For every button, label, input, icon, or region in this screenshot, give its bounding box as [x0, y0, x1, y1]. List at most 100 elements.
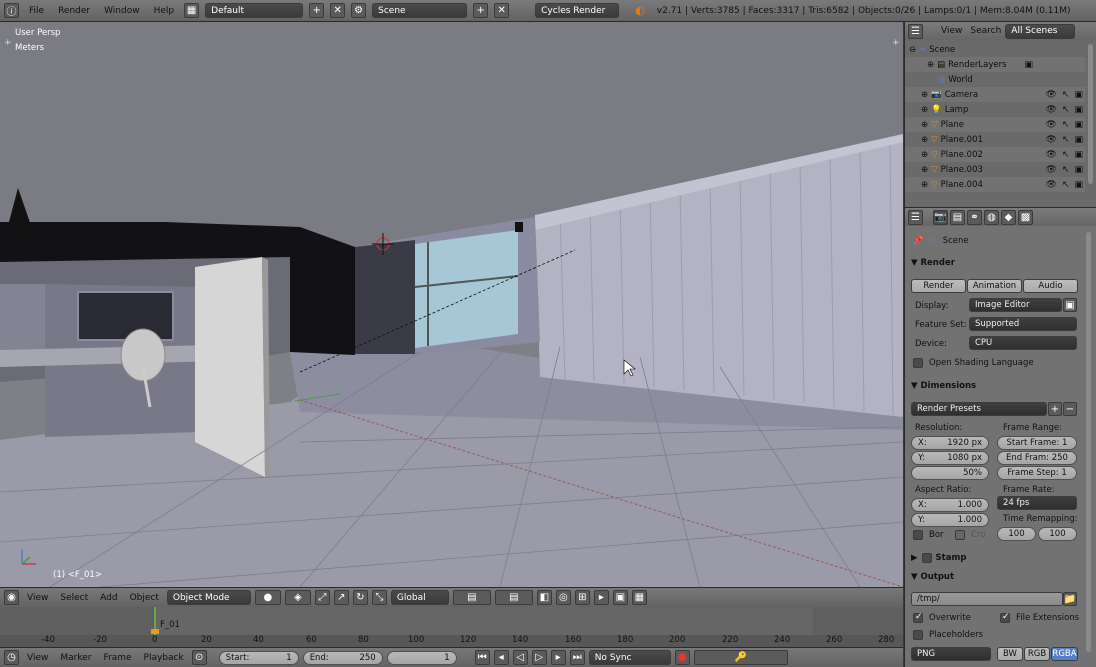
- layout-selector[interactable]: Default: [205, 3, 304, 18]
- timeline-area[interactable]: F_01 -40 -20 0 20 40 60 80 100 120 140 1…: [0, 607, 903, 647]
- menu-select[interactable]: Select: [56, 593, 92, 603]
- add-preset-button[interactable]: +: [1048, 402, 1062, 416]
- render-presets-dropdown[interactable]: Render Presets: [911, 402, 1047, 416]
- menu-add[interactable]: Add: [96, 593, 121, 603]
- menu-timeline-view[interactable]: View: [23, 653, 52, 663]
- remove-layout-button[interactable]: ✕: [330, 3, 346, 18]
- current-frame-field[interactable]: 1: [386, 650, 457, 665]
- tab-world-icon[interactable]: ◍: [984, 209, 999, 225]
- feature-set-dropdown[interactable]: Supported: [969, 317, 1077, 331]
- border-checkbox-row[interactable]: Bor: [913, 530, 944, 540]
- menu-file[interactable]: File: [25, 6, 48, 16]
- sync-mode-selector[interactable]: No Sync: [588, 650, 671, 665]
- menu-frame[interactable]: Frame: [99, 653, 135, 663]
- record-icon[interactable]: ●: [674, 650, 690, 665]
- properties-scrollbar[interactable]: [1086, 232, 1091, 652]
- render-anim-icon[interactable]: ▦: [631, 590, 647, 605]
- render-engine-selector[interactable]: Cycles Render: [535, 3, 620, 18]
- jump-keyframe-forward-icon[interactable]: ▸: [550, 650, 566, 665]
- menu-marker[interactable]: Marker: [56, 653, 95, 663]
- outliner-display-mode[interactable]: All Scenes: [1005, 23, 1076, 39]
- render-button[interactable]: Render: [911, 279, 966, 293]
- stamp-panel-header[interactable]: ▶ Stamp: [911, 553, 966, 563]
- aspect-y-field[interactable]: Y: 1.000: [911, 513, 989, 527]
- jump-keyframe-back-icon[interactable]: ◂: [493, 650, 509, 665]
- play-reverse-icon[interactable]: ◁: [512, 650, 528, 665]
- tree-item-plane-004[interactable]: ⊕ ▽ Plane.004 👁 ↖ ▣: [905, 177, 1085, 192]
- tree-item-plane-003[interactable]: ⊕ ▽ Plane.003 👁 ↖ ▣: [905, 162, 1085, 177]
- tree-item-world[interactable]: ◍ World: [905, 72, 1085, 87]
- color-rgba-button[interactable]: RGBA: [1051, 647, 1078, 661]
- editor-type-timeline-icon[interactable]: ◷: [4, 650, 19, 665]
- layers-2-icon[interactable]: ▤: [494, 590, 533, 605]
- properties-toggle-icon[interactable]: +: [892, 38, 900, 48]
- proportional-edit-icon[interactable]: ◎: [555, 590, 571, 605]
- remove-scene-button[interactable]: ✕: [494, 3, 510, 18]
- color-rgb-button[interactable]: RGB: [1024, 647, 1050, 661]
- end-frame-field[interactable]: End: 250: [302, 650, 383, 665]
- lock-layer-icon[interactable]: ◧: [536, 590, 552, 605]
- remap-old-field[interactable]: 100: [997, 527, 1036, 541]
- scene-selector[interactable]: Scene: [372, 3, 468, 18]
- remove-preset-button[interactable]: −: [1063, 402, 1077, 416]
- jump-start-icon[interactable]: ⏮: [474, 650, 490, 665]
- orientation-selector[interactable]: Global: [390, 590, 449, 605]
- resolution-x-field[interactable]: X: 1920 px: [911, 436, 989, 450]
- translate-icon[interactable]: ↗: [333, 590, 349, 605]
- animation-button[interactable]: Animation: [967, 279, 1022, 293]
- menu-render[interactable]: Render: [54, 6, 94, 16]
- play-icon[interactable]: ▷: [531, 650, 547, 665]
- frame-rate-dropdown[interactable]: 24 fps: [997, 496, 1077, 510]
- start-frame-range-field[interactable]: Start Frame: 1: [997, 436, 1077, 450]
- tree-item-plane-002[interactable]: ⊕ ▽ Plane.002 👁 ↖ ▣: [905, 147, 1085, 162]
- screen-layout-icon[interactable]: ▦: [184, 3, 200, 18]
- file-extensions-checkbox-row[interactable]: File Extensions: [1000, 613, 1079, 623]
- add-layout-button[interactable]: +: [309, 3, 325, 18]
- mode-selector[interactable]: Object Mode: [166, 590, 251, 605]
- outliner-scrollbar[interactable]: [1088, 44, 1093, 184]
- osl-checkbox-row[interactable]: Open Shading Language: [913, 358, 1034, 368]
- layers-icon[interactable]: ▤: [452, 590, 491, 605]
- resolution-y-field[interactable]: Y: 1080 px: [911, 451, 989, 465]
- tree-item-camera[interactable]: ⊕ 📷 Camera 👁 ↖ ▣: [905, 87, 1085, 102]
- crop-checkbox-row[interactable]: Cro: [955, 530, 985, 540]
- menu-object[interactable]: Object: [126, 593, 163, 603]
- jump-end-icon[interactable]: ⏭: [569, 650, 585, 665]
- file-format-dropdown[interactable]: PNG: [911, 647, 991, 661]
- editor-type-icon[interactable]: ⓘ: [4, 3, 19, 18]
- placeholders-checkbox-row[interactable]: Placeholders: [913, 630, 983, 640]
- render-opengl-icon[interactable]: ▣: [612, 590, 628, 605]
- editor-type-3d-icon[interactable]: ◉: [4, 590, 19, 605]
- snap-icon[interactable]: ⊞: [574, 590, 590, 605]
- tab-layers-icon[interactable]: ▤: [950, 209, 965, 225]
- outliner-search-menu[interactable]: Search: [966, 26, 1005, 36]
- end-frame-range-field[interactable]: End Fram: 250: [997, 451, 1077, 465]
- preview-range-icon[interactable]: ⊙: [191, 650, 207, 665]
- 3d-viewport[interactable]: User Persp Meters (1) <F_01> + +: [0, 22, 903, 587]
- tab-object-icon[interactable]: ◆: [1001, 209, 1016, 225]
- display-window-icon[interactable]: ▣: [1063, 298, 1077, 312]
- tree-item-plane-001[interactable]: ⊕ ▽ Plane.001 👁 ↖ ▣: [905, 132, 1085, 147]
- tree-item-scene[interactable]: ⊖ ⚭ Scene: [905, 42, 1085, 57]
- tree-item-lamp[interactable]: ⊕ 💡 Lamp 👁 ↖ ▣: [905, 102, 1085, 117]
- manipulator-toggle-icon[interactable]: ⤢: [314, 590, 330, 605]
- menu-view[interactable]: View: [23, 593, 52, 603]
- display-dropdown[interactable]: Image Editor: [969, 298, 1062, 312]
- outliner-editor-icon[interactable]: ☰: [908, 23, 923, 39]
- pivot-point-icon[interactable]: ◈: [284, 590, 311, 605]
- outliner-view-menu[interactable]: View: [937, 26, 966, 36]
- resolution-percentage-field[interactable]: 50%: [911, 466, 989, 480]
- overwrite-checkbox-row[interactable]: Overwrite: [913, 613, 971, 623]
- start-frame-field[interactable]: Start: 1: [218, 650, 299, 665]
- color-bw-button[interactable]: BW: [997, 647, 1023, 661]
- tab-scene-icon[interactable]: ⚭: [967, 209, 982, 225]
- tree-item-renderlayers[interactable]: ⊕ ▤ RenderLayers ▣: [905, 57, 1085, 72]
- output-path-field[interactable]: /tmp/: [911, 592, 1063, 606]
- menu-playback[interactable]: Playback: [140, 653, 188, 663]
- render-panel-header[interactable]: ▼ Render: [911, 258, 955, 268]
- scene-icon[interactable]: ⚙: [351, 3, 367, 18]
- tab-render-icon[interactable]: 📷: [933, 209, 948, 225]
- snap-element-icon[interactable]: ▸: [593, 590, 609, 605]
- menu-window[interactable]: Window: [100, 6, 144, 16]
- audio-button[interactable]: Audio: [1023, 279, 1078, 293]
